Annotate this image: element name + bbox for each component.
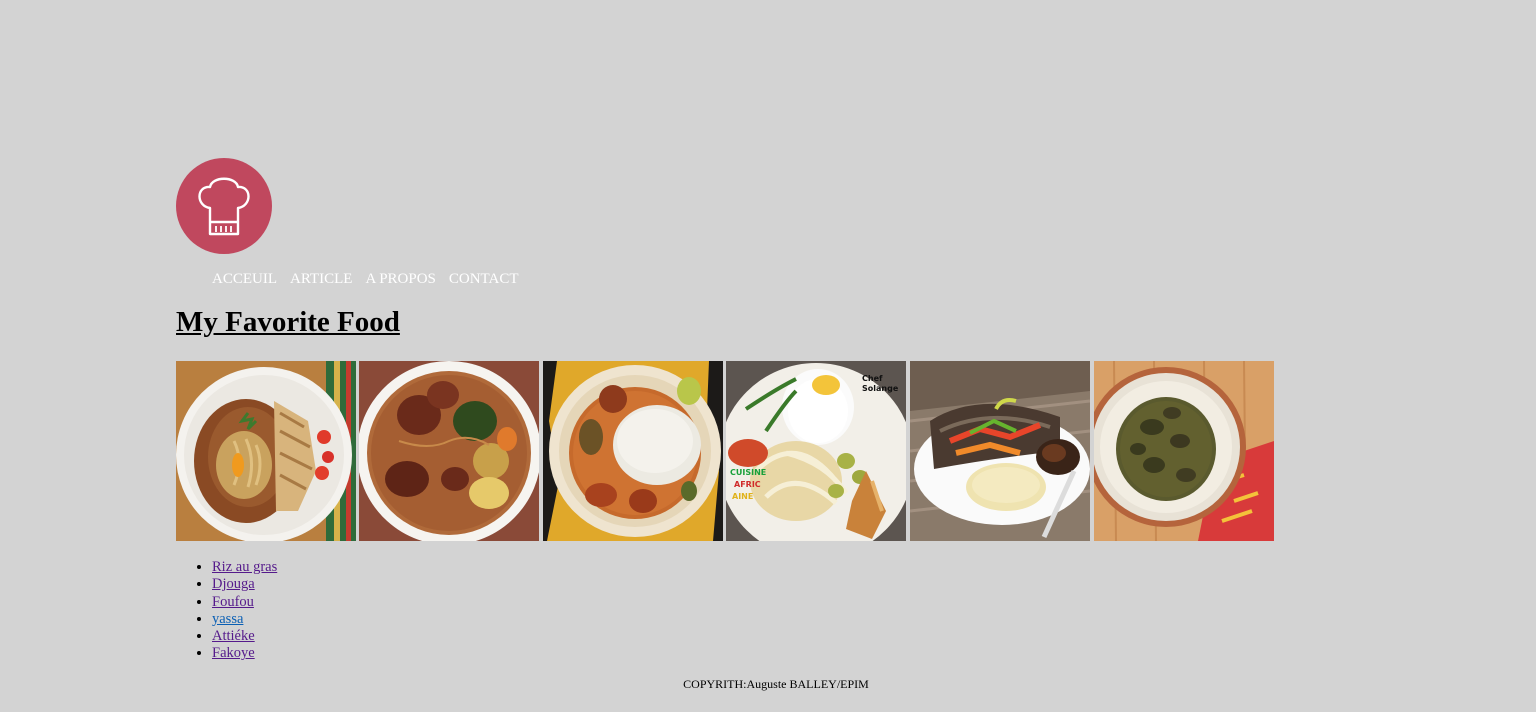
food-image-djouga <box>359 361 539 541</box>
copyright-text: COPYRITH:Auguste BALLEY/EPIM <box>683 677 869 691</box>
main-nav: ACCEUIL ARTICLE A PROPOS CONTACT <box>212 271 519 288</box>
food-image-riz-au-gras <box>176 361 356 541</box>
food-image-foufou <box>543 361 723 541</box>
food-link-foufou[interactable]: Foufou <box>212 594 254 610</box>
page-title: My Favorite Food <box>176 306 400 338</box>
page: ACCEUIL ARTICLE A PROPOS CONTACT My Favo… <box>0 0 1536 712</box>
watermark-afric: AFRIC <box>734 480 761 489</box>
food-image-fakoye <box>1094 361 1274 541</box>
nav-item-a-propos: A PROPOS <box>365 271 435 288</box>
chef-hat-icon <box>198 177 250 236</box>
watermark-chef: Chef <box>862 374 883 383</box>
list-item: Riz au gras <box>212 559 277 576</box>
footer: COPYRITH:Auguste BALLEY/EPIM <box>0 677 1536 692</box>
list-item: Foufou <box>212 594 277 611</box>
food-link-djouga[interactable]: Djouga <box>212 576 255 592</box>
nav-link-contact[interactable]: CONTACT <box>449 271 519 287</box>
nav-item-acceuil: ACCEUIL <box>212 271 277 288</box>
watermark-cuisine: CUISINE <box>730 468 766 477</box>
nav-link-a-propos[interactable]: A PROPOS <box>365 271 435 287</box>
logo[interactable] <box>176 158 272 254</box>
food-link-riz-au-gras[interactable]: Riz au gras <box>212 559 277 575</box>
food-link-fakoye[interactable]: Fakoye <box>212 645 255 661</box>
food-list: Riz au gras Djouga Foufou yassa Attiéke … <box>176 559 277 663</box>
food-gallery: Chef Solange CUISINE AFRIC AINE <box>176 361 1274 541</box>
food-image-attieke <box>910 361 1090 541</box>
list-item: Djouga <box>212 576 277 593</box>
food-image-yassa: Chef Solange CUISINE AFRIC AINE <box>726 361 906 541</box>
watermark-solange: Solange <box>862 384 899 393</box>
nav-link-article[interactable]: ARTICLE <box>290 271 352 287</box>
nav-link-acceuil[interactable]: ACCEUIL <box>212 271 277 287</box>
watermark-aine: AINE <box>732 492 753 501</box>
nav-item-contact: CONTACT <box>449 271 519 288</box>
nav-item-article: ARTICLE <box>290 271 352 288</box>
list-item: yassa <box>212 611 277 628</box>
list-item: Attiéke <box>212 628 277 645</box>
list-item: Fakoye <box>212 645 277 662</box>
food-link-attieke[interactable]: Attiéke <box>212 628 255 644</box>
food-link-yassa[interactable]: yassa <box>212 611 243 627</box>
